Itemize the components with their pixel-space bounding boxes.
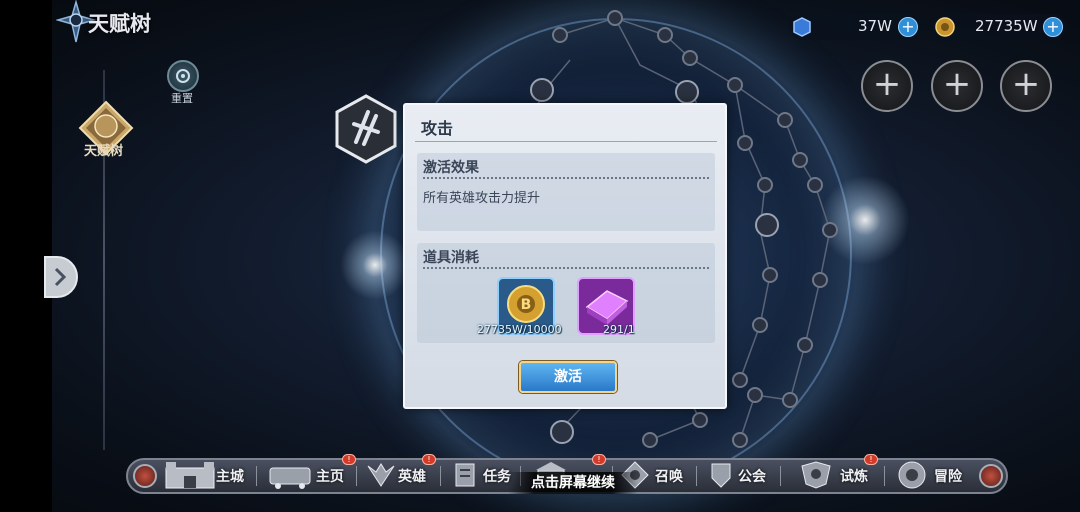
reset-label: 重置 — [171, 92, 193, 105]
talent-node[interactable] — [755, 213, 779, 237]
talent-node[interactable] — [530, 78, 554, 102]
chevron-right-icon — [54, 267, 67, 287]
talent-node[interactable] — [607, 10, 623, 26]
talent-node[interactable] — [762, 267, 778, 283]
talent-node[interactable] — [822, 222, 838, 238]
game-screen[interactable]: 天赋树 重置 天赋树 37W + 27735W + + + + 攻击 激活效果 … — [0, 0, 1080, 512]
svg-text:B: B — [521, 297, 532, 313]
nav-item-guild[interactable]: 公会 — [738, 466, 766, 486]
nav-separator — [696, 466, 697, 486]
effect-section-title: 激活效果 — [423, 160, 479, 176]
talent-node[interactable] — [752, 317, 768, 333]
talent-node[interactable] — [812, 272, 828, 288]
talent-node[interactable] — [777, 112, 793, 128]
cost-section: 道具消耗 — [417, 243, 715, 343]
notification-badge: ! — [342, 454, 356, 465]
trial-icon[interactable] — [796, 460, 836, 490]
nav-item-tasks[interactable]: 任务 — [483, 466, 511, 486]
talent-node[interactable] — [682, 50, 698, 66]
blue-gem-icon — [793, 17, 811, 37]
nav-separator — [256, 466, 257, 486]
section-divider — [423, 177, 709, 179]
nav-item-home[interactable]: 主页 — [316, 466, 344, 486]
cost-section-title: 道具消耗 — [423, 250, 479, 266]
section-divider — [423, 267, 709, 269]
purple-book-item-count: 291/1 — [603, 323, 635, 336]
hero-icon[interactable] — [364, 460, 398, 490]
activate-button[interactable]: 激活 — [519, 361, 617, 393]
gold-coin-item-count: 27735W/10000 — [477, 323, 562, 336]
nav-item-trials[interactable]: 试炼 — [840, 466, 868, 486]
empty-slot-button[interactable]: + — [1000, 60, 1052, 112]
notification-badge: ! — [864, 454, 878, 465]
empty-slot-button[interactable]: + — [861, 60, 913, 112]
nav-item-adventure[interactable]: 冒险 — [934, 466, 962, 486]
talent-node[interactable] — [727, 77, 743, 93]
talent-node[interactable] — [732, 432, 748, 448]
talent-node[interactable] — [675, 80, 699, 104]
talent-node[interactable] — [737, 135, 753, 151]
empty-slot-button[interactable]: + — [931, 60, 983, 112]
nav-end-ornament — [133, 464, 157, 488]
add-gem-button[interactable]: + — [898, 17, 918, 37]
notification-badge: ! — [422, 454, 436, 465]
train-icon[interactable] — [268, 460, 312, 490]
nav-item-summon[interactable]: 召唤 — [655, 466, 683, 486]
gem-amount: 37W — [858, 17, 892, 35]
attack-talent-icon[interactable] — [334, 94, 398, 164]
castle-icon[interactable] — [162, 460, 218, 490]
talent-node[interactable] — [692, 412, 708, 428]
notification-badge: ! — [592, 454, 606, 465]
adventure-icon[interactable] — [892, 460, 932, 490]
gold-coin-icon — [935, 17, 955, 37]
talent-tree-tab-label: 天赋树 — [84, 144, 124, 159]
nav-end-ornament — [979, 464, 1003, 488]
nav-separator — [780, 466, 781, 486]
talent-node[interactable] — [782, 392, 798, 408]
talent-node[interactable] — [657, 27, 673, 43]
talent-node[interactable] — [552, 27, 568, 43]
talent-detail-dialog: 攻击 激活效果 所有英雄攻击力提升 道具消耗 B 27735W/10000 29… — [403, 103, 727, 409]
tap-to-continue-prompt[interactable]: 点击屏幕继续 — [508, 472, 638, 494]
dialog-title: 攻击 — [421, 119, 454, 138]
reset-icon — [176, 69, 190, 83]
talent-node[interactable] — [747, 387, 763, 403]
talent-node[interactable] — [642, 432, 658, 448]
effect-section: 激活效果 所有英雄攻击力提升 — [417, 153, 715, 231]
reset-button[interactable] — [167, 60, 199, 92]
gold-amount: 27735W — [975, 17, 1038, 35]
talent-node[interactable] — [807, 177, 823, 193]
talent-node[interactable] — [732, 372, 748, 388]
nav-item-main-city[interactable]: 主城 — [216, 466, 244, 486]
dialog-divider — [415, 141, 717, 142]
talent-node[interactable] — [550, 420, 574, 444]
talent-node[interactable] — [792, 152, 808, 168]
scroll-icon[interactable] — [448, 460, 482, 490]
talent-node[interactable] — [757, 177, 773, 193]
nav-item-heroes[interactable]: 英雄 — [398, 466, 426, 486]
nav-separator — [440, 466, 441, 486]
effect-description: 所有英雄攻击力提升 — [423, 191, 541, 206]
nav-separator — [884, 466, 885, 486]
talent-node[interactable] — [797, 337, 813, 353]
page-title: 天赋树 — [88, 11, 151, 36]
add-gold-button[interactable]: + — [1043, 17, 1063, 37]
guild-icon[interactable] — [704, 460, 738, 490]
nav-separator — [356, 466, 357, 486]
